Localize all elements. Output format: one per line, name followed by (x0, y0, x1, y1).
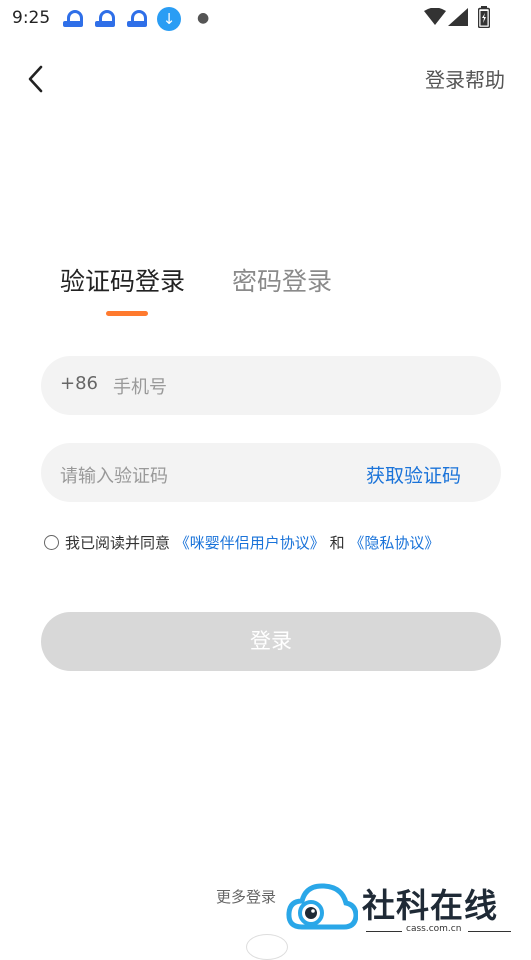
code-input-placeholder[interactable]: 请输入验证码 (60, 462, 168, 488)
watermark-url: cass.com.cn (406, 924, 462, 934)
phone-field[interactable]: +86 手机号 (41, 356, 501, 415)
cloud-eye-logo-icon (286, 883, 358, 930)
watermark-line-right (468, 931, 511, 932)
cloud-app-icon (94, 9, 116, 29)
login-button[interactable]: 登录 (41, 612, 501, 671)
watermark: 社科在线 cass.com.cn (286, 877, 531, 944)
download-icon: ↓ (157, 7, 181, 31)
status-time: 9:25 (12, 8, 51, 28)
agreement-prefix: 我已阅读并同意 (65, 534, 171, 552)
get-code-button[interactable]: 获取验证码 (366, 461, 461, 488)
signal-icon (448, 8, 468, 26)
agreement-row: 我已阅读并同意 《咪婴伴侣用户协议》 和 《隐私协议》 (44, 532, 439, 553)
watermark-title: 社科在线 (362, 886, 498, 925)
user-agreement-link[interactable]: 《咪婴伴侣用户协议》 (175, 534, 325, 552)
back-chevron-left-icon[interactable] (22, 62, 52, 96)
cloud-app-icon (62, 9, 84, 29)
privacy-policy-link[interactable]: 《隐私协议》 (349, 534, 439, 552)
watermark-line-left (366, 931, 402, 932)
verification-code-field[interactable]: 请输入验证码 获取验证码 (41, 443, 501, 502)
active-tab-indicator (106, 311, 148, 316)
login-help-link[interactable]: 登录帮助 (425, 64, 505, 93)
country-code[interactable]: +86 (60, 373, 98, 394)
cloud-app-icon (126, 9, 148, 29)
phone-input-placeholder[interactable]: 手机号 (113, 373, 167, 399)
wifi-icon (424, 8, 446, 25)
agreement-checkbox[interactable] (44, 535, 59, 550)
tab-sms-code-login[interactable]: 验证码登录 (60, 262, 185, 298)
status-bar: 9:25 ↓ ● (0, 0, 531, 36)
more-login-label: 更多登录 (216, 888, 277, 906)
battery-icon (478, 6, 490, 28)
more-login-icon[interactable] (246, 934, 288, 960)
more-dot-icon: ● (197, 10, 210, 26)
agreement-connector: 和 (329, 534, 345, 552)
tab-password-login[interactable]: 密码登录 (232, 262, 332, 298)
